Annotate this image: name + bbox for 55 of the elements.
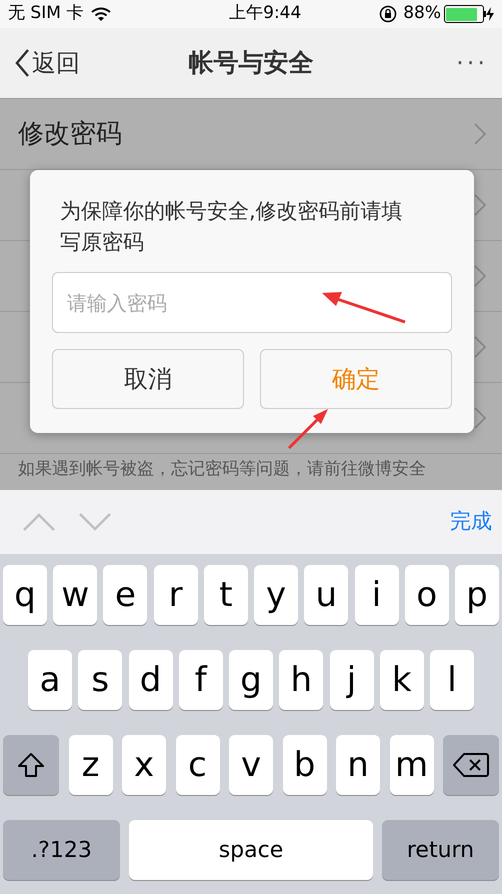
key[interactable]: z	[68, 735, 112, 795]
numbers-key[interactable]: .?123	[3, 820, 120, 880]
key[interactable]: a	[28, 650, 72, 710]
key[interactable]: d	[128, 650, 172, 710]
key[interactable]: u	[304, 565, 348, 625]
clock-text: 上午9:44	[228, 2, 302, 26]
back-chevron-icon	[14, 48, 30, 78]
return-key[interactable]: return	[382, 820, 499, 880]
cancel-button[interactable]: 取消	[52, 349, 244, 409]
key[interactable]: k	[380, 650, 424, 710]
chevron-right-icon	[474, 336, 486, 358]
key[interactable]: x	[122, 735, 166, 795]
page-title: 帐号与安全	[188, 47, 314, 80]
battery-percent: 88%	[403, 2, 441, 26]
rotation-lock-icon	[379, 5, 398, 23]
key[interactable]: p	[454, 565, 499, 625]
shift-icon	[17, 752, 45, 778]
key[interactable]: m	[390, 735, 434, 795]
dialog-message: 为保障你的帐号安全,修改密码前请填写原密码	[59, 198, 404, 256]
key[interactable]: w	[53, 565, 98, 625]
key[interactable]: c	[176, 735, 220, 795]
chevron-right-icon	[474, 123, 486, 145]
key[interactable]: n	[336, 735, 380, 795]
key[interactable]: y	[254, 565, 298, 625]
row-label: 修改密码	[18, 118, 122, 150]
delete-key[interactable]	[443, 735, 499, 795]
key[interactable]: j	[330, 650, 374, 710]
key[interactable]: t	[204, 565, 248, 625]
key[interactable]: r	[154, 565, 198, 625]
done-button[interactable]: 完成	[450, 506, 492, 538]
battery-icon	[444, 5, 494, 23]
more-button[interactable]: ···	[456, 45, 488, 81]
key[interactable]: o	[404, 565, 449, 625]
space-key[interactable]: space	[129, 820, 373, 880]
key[interactable]: q	[3, 565, 47, 625]
carrier-text: 无 SIM 卡	[8, 2, 84, 26]
key[interactable]: f	[178, 650, 223, 710]
key[interactable]: e	[103, 565, 148, 625]
key[interactable]: h	[279, 650, 324, 710]
key[interactable]: s	[78, 650, 122, 710]
key[interactable]: b	[282, 735, 326, 795]
password-field[interactable]: 请输入密码	[52, 272, 452, 333]
chevron-right-icon	[474, 194, 486, 216]
back-button[interactable]: 返回	[14, 45, 80, 81]
chevron-right-icon	[474, 265, 486, 287]
key[interactable]: l	[430, 650, 474, 710]
shift-key[interactable]	[3, 735, 59, 795]
footer-note: 如果遇到帐号被盗，忘记密码等问题，请前往微博安全	[18, 458, 426, 482]
backspace-icon	[452, 752, 490, 778]
key[interactable]: v	[229, 735, 273, 795]
key[interactable]: g	[229, 650, 273, 710]
key[interactable]: i	[354, 565, 399, 625]
wifi-icon	[91, 6, 112, 22]
chevron-right-icon	[474, 407, 486, 429]
annotation-arrow	[287, 406, 331, 450]
